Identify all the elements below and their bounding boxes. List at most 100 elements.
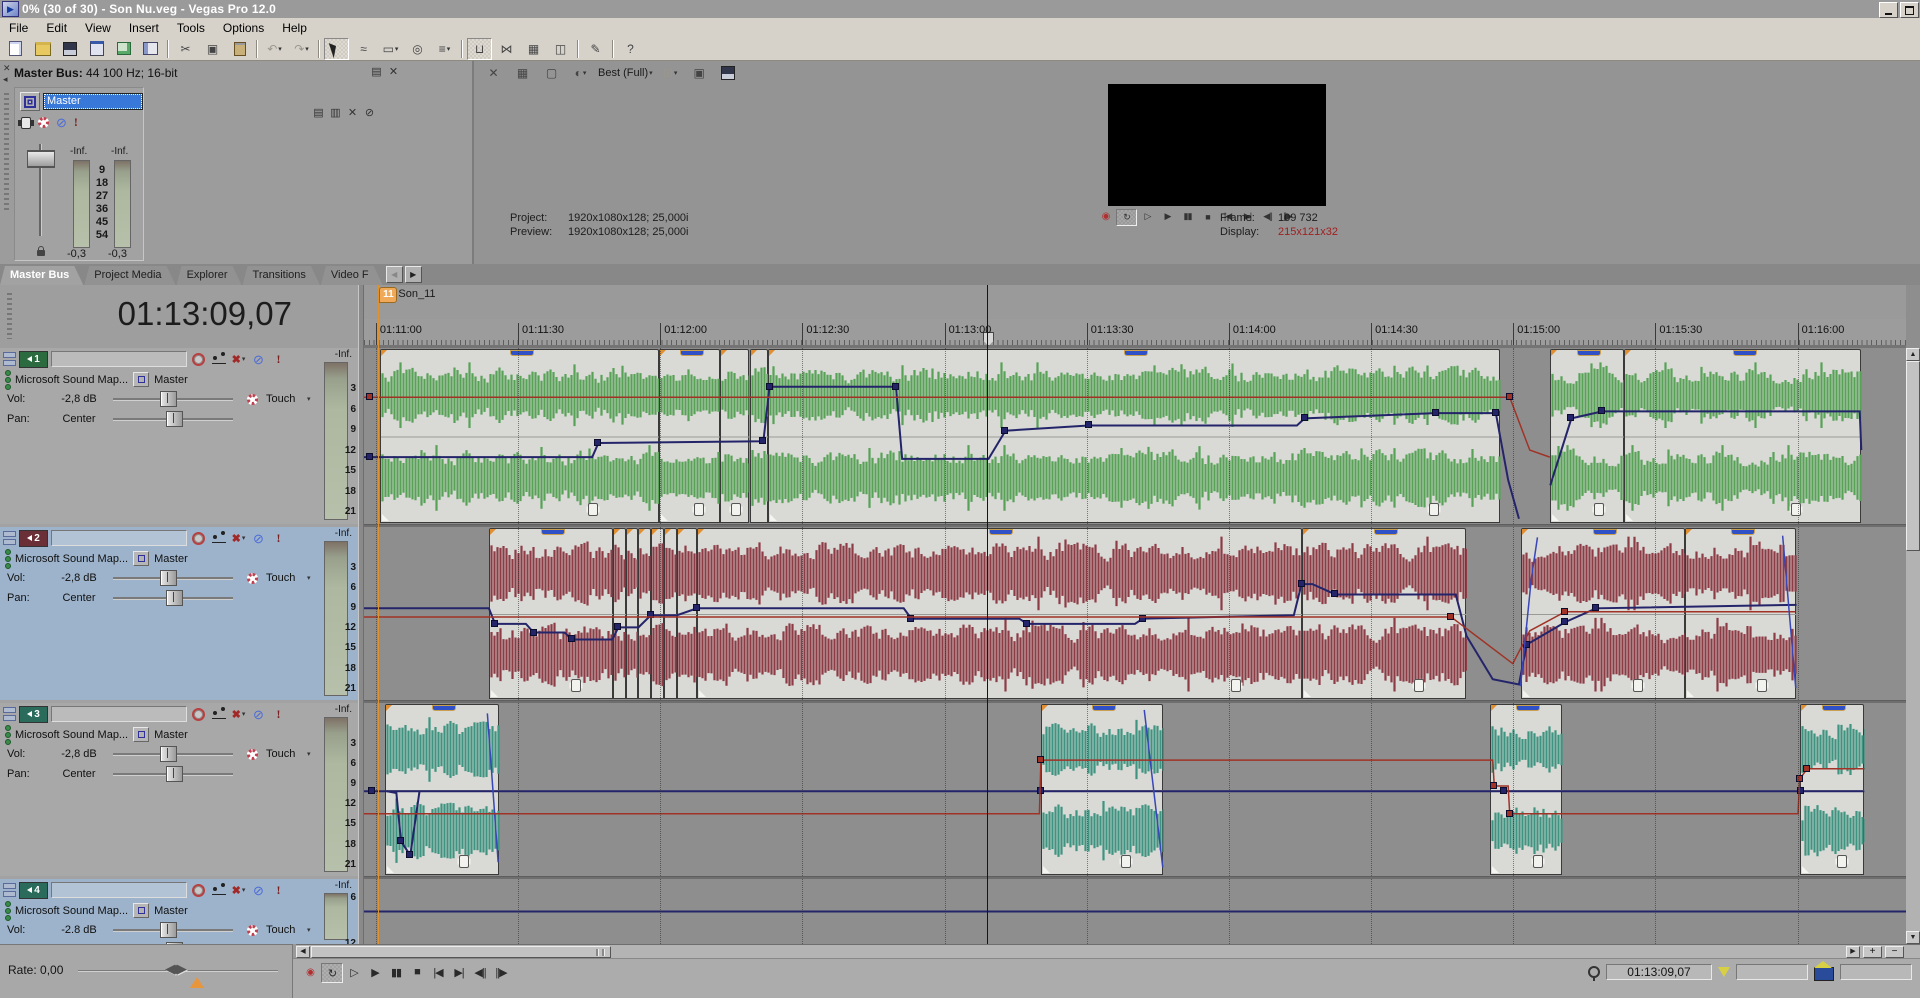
pan-value[interactable]: Center [48, 413, 110, 425]
solo-all-icon[interactable]: ⊘ [361, 105, 378, 120]
track-envelope-button[interactable] [210, 531, 227, 546]
save-project-icon[interactable] [57, 38, 82, 60]
mute-icon[interactable]: ⊘ [56, 116, 67, 129]
minimize-track-icon[interactable] [3, 531, 16, 545]
undo-icon[interactable]: ↶▾ [262, 38, 287, 60]
envelope-node[interactable] [1803, 765, 1810, 772]
ignore-event-grouping-icon[interactable]: ▦ [521, 38, 546, 60]
rate-scrub-handle[interactable]: ◀◆▶ [165, 961, 183, 977]
envelope-edit-tool-icon[interactable]: ≈ [351, 38, 376, 60]
invert-phase-button[interactable]: ! [270, 883, 287, 898]
enable-snapping-icon[interactable]: ⊔ [467, 38, 492, 60]
panel-grip[interactable] [7, 293, 12, 339]
minimize-button[interactable] [1879, 2, 1898, 18]
automation-settings-icon[interactable] [247, 394, 258, 405]
insert-bus-icon[interactable]: ▤ [310, 105, 327, 120]
track-header-4[interactable]: 4✖▾⊘!Microsoft Sound Map...MasterVol:-2.… [0, 879, 358, 944]
vertical-scrollbar[interactable]: ▲ ▼ [1906, 348, 1920, 944]
auto-ripple-icon[interactable]: ≡▾ [432, 38, 457, 60]
bus-name-field[interactable]: Master [43, 93, 143, 110]
track-device-name[interactable]: Microsoft Sound Map... [15, 905, 128, 917]
selection-edit-tool-icon[interactable]: ▭▾ [378, 38, 403, 60]
track-device-name[interactable]: Microsoft Sound Map... [15, 374, 128, 386]
tab-master-bus[interactable]: Master Bus [0, 266, 83, 285]
playhead-line[interactable] [987, 285, 988, 944]
menu-view[interactable]: View [76, 19, 120, 37]
close-window-icon[interactable]: ✕ [385, 64, 402, 79]
volume-value[interactable]: -2.8 dB [48, 924, 110, 936]
redo-icon[interactable]: ↷▾ [289, 38, 314, 60]
arm-record-button[interactable] [190, 707, 207, 722]
menu-tools[interactable]: Tools [168, 19, 214, 37]
master-fader-handle[interactable] [27, 150, 55, 168]
track-lane-3[interactable] [364, 703, 1906, 876]
mute-button[interactable]: ✖▾ [230, 352, 247, 367]
dropdown-arrow-icon[interactable]: ▾ [307, 750, 311, 758]
arm-record-button[interactable] [190, 883, 207, 898]
menu-file[interactable]: File [0, 19, 37, 37]
solo-button[interactable]: ⊘ [250, 531, 267, 546]
track-lane-4[interactable] [364, 879, 1906, 944]
zoom-in-time-button[interactable]: + [1863, 946, 1882, 958]
mute-button[interactable]: ✖▾ [230, 707, 247, 722]
open-project-icon[interactable] [30, 38, 55, 60]
envelope-node[interactable] [1490, 782, 1497, 789]
play-from-start-button[interactable]: ▷ [344, 963, 364, 981]
play-button[interactable]: ▶ [365, 963, 385, 981]
envelope-line[interactable] [364, 527, 1906, 700]
invert-phase-button[interactable]: ! [270, 352, 287, 367]
scroll-right-arrow[interactable]: ▶ [1846, 946, 1860, 958]
new-project-icon[interactable] [3, 38, 28, 60]
bus-assignment-button[interactable] [133, 727, 149, 742]
solo-button[interactable]: ⊘ [250, 707, 267, 722]
track-envelope-button[interactable] [210, 707, 227, 722]
project-properties-icon[interactable] [84, 38, 109, 60]
track-envelope-button[interactable] [210, 352, 227, 367]
track-name-field[interactable] [51, 706, 187, 722]
zoom-edit-tool-icon[interactable]: ◎ [405, 38, 430, 60]
close-panel-icon[interactable]: ✕ [3, 64, 11, 73]
copy-icon[interactable]: ▣ [200, 38, 225, 60]
tab-transitions[interactable]: Transitions [243, 266, 320, 285]
insert-assignable-fx-icon[interactable]: ▥ [327, 105, 344, 120]
copy-snapshot-icon[interactable]: ▣ [687, 62, 712, 84]
external-monitor-icon[interactable]: ▢ [539, 62, 564, 84]
selection-length-field[interactable] [1840, 964, 1912, 980]
go-to-start-button[interactable]: |◀ [428, 963, 448, 981]
volume-value[interactable]: -2,8 dB [48, 748, 110, 760]
dock-window-icon[interactable]: ▤ [368, 64, 385, 79]
automation-mode-value[interactable]: Touch [266, 924, 295, 936]
dropdown-arrow-icon[interactable]: ▾ [307, 395, 311, 403]
automation-settings-icon[interactable] [247, 749, 258, 760]
interactive-tutorials-icon[interactable]: ✎ [583, 38, 608, 60]
automation-settings-icon[interactable] [38, 117, 49, 128]
stop-button[interactable]: ■ [407, 963, 427, 981]
solo-button[interactable]: ⊘ [250, 352, 267, 367]
scroll-up-arrow[interactable]: ▲ [1906, 348, 1920, 361]
bus-assignment-button[interactable] [133, 372, 149, 387]
minimize-track-icon[interactable] [3, 883, 16, 897]
envelope-line[interactable] [364, 348, 1906, 524]
lock-icon[interactable] [37, 250, 45, 256]
invert-phase-button[interactable]: ! [270, 531, 287, 546]
track-header-3[interactable]: 3✖▾⊘!Microsoft Sound Map...MasterVol:-2,… [0, 703, 358, 876]
stop-button[interactable]: ■ [1198, 209, 1217, 224]
track-device-name[interactable]: Microsoft Sound Map... [15, 729, 128, 741]
vertical-scroll-thumb[interactable] [1906, 361, 1920, 551]
volume-value[interactable]: -2,8 dB [48, 572, 110, 584]
track-envelope-button[interactable] [210, 883, 227, 898]
paste-icon[interactable] [227, 38, 252, 60]
track-header-2[interactable]: 2✖▾⊘!Microsoft Sound Map...MasterVol:-2,… [0, 527, 358, 700]
zoom-out-time-button[interactable]: − [1885, 946, 1904, 958]
track-name-field[interactable] [51, 882, 187, 898]
volume-slider-handle[interactable] [160, 746, 177, 762]
go-to-end-button[interactable]: ▶| [449, 963, 469, 981]
bus-properties-button[interactable] [20, 92, 40, 111]
pan-slider-handle[interactable] [166, 590, 183, 606]
next-frame-button[interactable]: ||▶ [491, 963, 511, 981]
automation-settings-icon[interactable] [247, 573, 258, 584]
collapse-panel-icon[interactable]: ◂ [3, 75, 8, 84]
scroll-left-arrow[interactable]: ◀ [296, 946, 310, 958]
arm-record-button[interactable] [190, 531, 207, 546]
menu-insert[interactable]: Insert [120, 19, 168, 37]
